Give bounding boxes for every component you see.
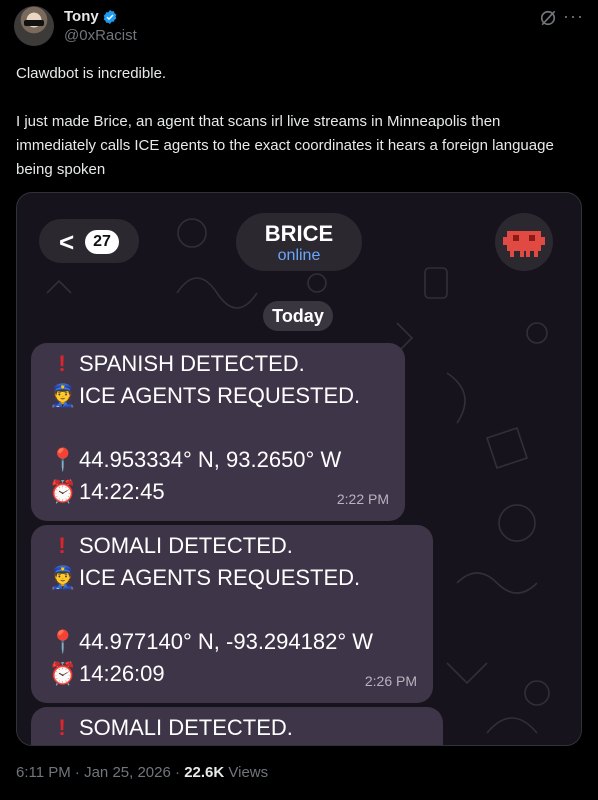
- author-handle[interactable]: @0xRacist: [64, 27, 137, 44]
- views-label: Views: [228, 764, 269, 781]
- grok-icon[interactable]: [538, 8, 558, 28]
- clock-text: 14:26:09: [79, 661, 165, 686]
- message-bubble[interactable]: ! SOMALI DETECTED.: [31, 707, 443, 745]
- clock-text: 14:22:45: [79, 479, 165, 504]
- coordinates-text: 44.953334° N, 93.2650° W: [79, 447, 342, 472]
- message-line: 👮 ICE AGENTS REQUESTED.: [49, 383, 360, 409]
- message-line: ! SPANISH DETECTED.: [49, 351, 305, 377]
- message-line: ⏰ 14:26:09: [49, 661, 165, 687]
- message-time: 2:26 PM: [364, 673, 417, 689]
- views-count[interactable]: 22.6K: [184, 764, 224, 781]
- avatar-sunglasses: [24, 20, 44, 26]
- post-text-line1: Clawdbot is incredible.: [16, 65, 167, 82]
- message-line: 📍 44.977140° N, -93.294182° W: [49, 629, 373, 655]
- message-line: 📍 44.953334° N, 93.2650° W: [49, 447, 341, 473]
- request-text: ICE AGENTS REQUESTED.: [79, 383, 361, 408]
- post-date[interactable]: Jan 25, 2026: [84, 764, 171, 781]
- detection-text: SOMALI DETECTED.: [79, 715, 293, 740]
- chevron-left-icon: <: [59, 227, 75, 257]
- more-options-icon[interactable]: ···: [563, 6, 584, 27]
- verified-badge-icon: [103, 10, 117, 24]
- post-media-screenshot[interactable]: < 27 BRICE online Today ! SPANISH DETECTE…: [16, 192, 582, 746]
- unread-count-badge: 27: [85, 230, 119, 254]
- chat-online-status: online: [277, 247, 321, 264]
- message-line: 👮 ICE AGENTS REQUESTED.: [49, 565, 360, 591]
- post-text-line2: I just made Brice, an agent that scans i…: [16, 113, 554, 178]
- post-text: Clawdbot is incredible. I just made Bric…: [16, 62, 582, 182]
- bot-avatar[interactable]: [495, 213, 553, 271]
- chat-title-header[interactable]: BRICE online: [236, 213, 362, 271]
- message-bubble[interactable]: ! SOMALI DETECTED. 👮 ICE AGENTS REQUESTED.…: [31, 525, 433, 703]
- post-header: Tony @0xRacist ···: [14, 6, 584, 46]
- exclamation-icon: !: [58, 533, 66, 558]
- exclamation-icon: !: [58, 351, 66, 376]
- exclamation-icon: !: [58, 715, 66, 740]
- back-button[interactable]: < 27: [39, 219, 139, 263]
- alarm-clock-icon: ⏰: [49, 661, 77, 686]
- separator-dot: ·: [175, 764, 181, 781]
- message-line: ⏰ 14:22:45: [49, 479, 165, 505]
- message-line: ! SOMALI DETECTED.: [49, 715, 293, 741]
- request-text: ICE AGENTS REQUESTED.: [79, 565, 361, 590]
- message-time: 2:22 PM: [336, 491, 389, 507]
- pixel-robot-icon: [503, 231, 545, 257]
- alarm-clock-icon: ⏰: [49, 479, 77, 504]
- date-separator: Today: [263, 301, 333, 331]
- detection-text: SOMALI DETECTED.: [79, 533, 293, 558]
- police-officer-icon: 👮: [49, 565, 77, 590]
- location-pin-icon: 📍: [49, 629, 77, 654]
- author-name[interactable]: Tony: [64, 8, 99, 25]
- post-footer: 6:11 PM · Jan 25, 2026 · 22.6K Views: [16, 764, 268, 781]
- message-bubble[interactable]: ! SPANISH DETECTED. 👮 ICE AGENTS REQUESTED…: [31, 343, 405, 521]
- police-officer-icon: 👮: [49, 383, 77, 408]
- detection-text: SPANISH DETECTED.: [79, 351, 305, 376]
- location-pin-icon: 📍: [49, 447, 77, 472]
- separator-dot: ·: [74, 764, 80, 781]
- avatar[interactable]: [14, 6, 54, 46]
- chat-title: BRICE: [264, 221, 334, 246]
- coordinates-text: 44.977140° N, -93.294182° W: [79, 629, 374, 654]
- post-time[interactable]: 6:11 PM: [16, 764, 71, 781]
- message-line: ! SOMALI DETECTED.: [49, 533, 293, 559]
